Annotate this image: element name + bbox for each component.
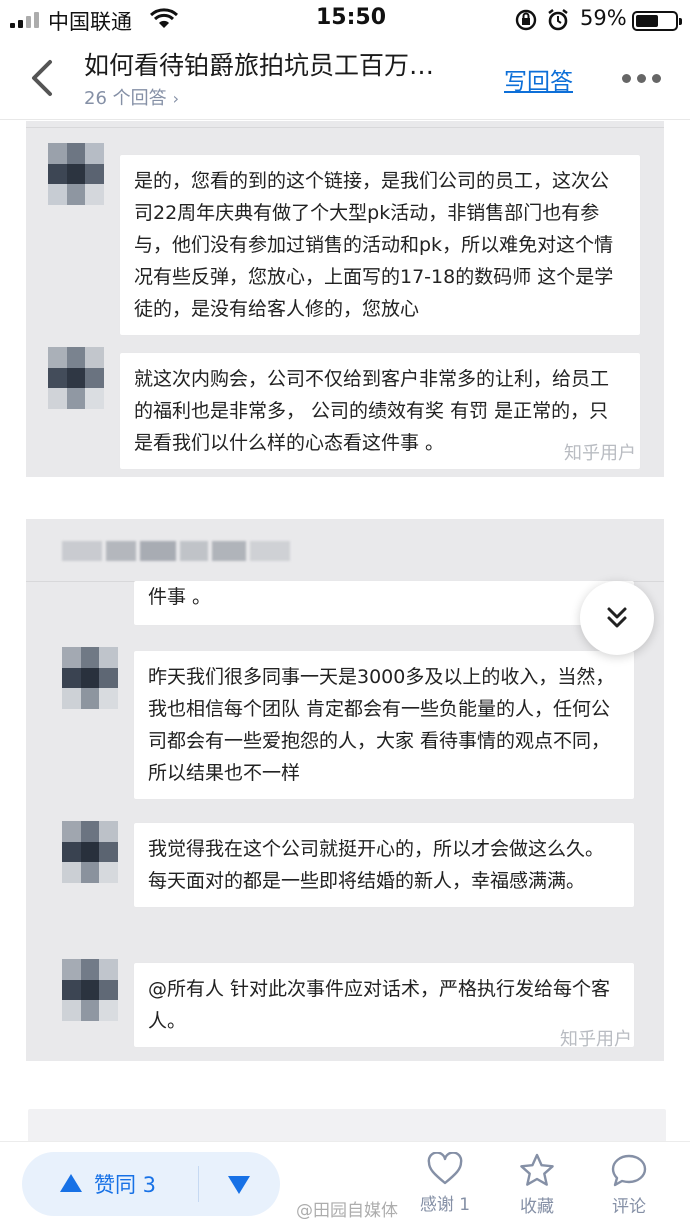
more-button[interactable] <box>622 74 662 84</box>
chat-screenshot-1: 是的，您看的到的这个链接，是我们公司的员工，这次公司22周年庆典有做了个大型pk… <box>26 121 664 477</box>
battery-icon <box>632 11 682 31</box>
back-button[interactable] <box>22 56 62 100</box>
chat-message-partial: 件事 。 <box>134 581 634 625</box>
vote-divider <box>198 1166 199 1202</box>
upvote-button[interactable]: 赞同 3 <box>22 1152 198 1216</box>
chat-screenshot-2: 件事 。 昨天我们很多同事一天是3000多及以上的收入，当然，我也相信每个团队 … <box>26 519 664 1061</box>
answer-count-link[interactable]: 26 个回答 › <box>84 84 179 110</box>
comment-bubble-icon <box>611 1154 647 1187</box>
scroll-down-button[interactable] <box>580 581 654 655</box>
chat-message: @所有人 针对此次事件应对话术，严格执行发给每个客人。 <box>134 963 634 1047</box>
double-chevron-down-icon <box>607 607 627 628</box>
question-title[interactable]: 如何看待铂爵旅拍坑员工百万… <box>84 46 434 82</box>
carrier-name: 中国联通 <box>48 10 132 34</box>
signal-icon <box>10 12 42 28</box>
avatar <box>62 821 118 883</box>
answer-action-bar: 赞同 3 感谢 1 收藏 评论 @田园自媒体 <box>0 1141 690 1227</box>
heart-icon <box>427 1152 463 1185</box>
chat-message: 就这次内购会，公司不仅给到客户非常多的让利，给员工的福利也是非常多， 公司的绩效… <box>120 353 640 469</box>
upvote-triangle-icon <box>60 1174 82 1192</box>
partial-text: 件事 。 <box>148 586 212 608</box>
vote-control: 赞同 3 <box>22 1152 280 1216</box>
thanks-button[interactable]: 感谢 1 <box>410 1152 480 1222</box>
star-icon <box>520 1153 554 1186</box>
status-bar: 中国联通 15:50 59% <box>0 0 690 40</box>
downvote-button[interactable] <box>200 1152 280 1216</box>
write-answer-button[interactable]: 写回答 <box>504 62 573 96</box>
answer-count: 26 个回答 <box>84 88 167 109</box>
watermark: 知乎用户 <box>560 1029 632 1050</box>
avatar <box>62 959 118 1021</box>
question-header: 如何看待铂爵旅拍坑员工百万… 26 个回答 › 写回答 <box>0 40 690 120</box>
watermark: 知乎用户 <box>564 443 636 464</box>
wifi-icon <box>149 8 179 34</box>
alarm-icon <box>546 8 570 36</box>
avatar <box>48 143 104 205</box>
chat-message: 昨天我们很多同事一天是3000多及以上的收入，当然，我也相信每个团队 肯定都会有… <box>134 651 634 799</box>
chat-message: 我觉得我在这个公司就挺开心的，所以才会做这么久。每天面对的都是一些即将结婚的新人… <box>134 823 634 907</box>
comment-label: 评论 <box>612 1197 646 1217</box>
upvote-label: 赞同 3 <box>94 1173 157 1197</box>
comment-button[interactable]: 评论 <box>594 1152 664 1222</box>
thanks-label: 感谢 1 <box>419 1195 471 1215</box>
favorite-button[interactable]: 收藏 <box>502 1152 572 1222</box>
blurred-name <box>62 541 292 561</box>
avatar <box>48 347 104 409</box>
chevron-right-icon: › <box>172 89 180 108</box>
zhihu-answer-page: 中国联通 15:50 59% 如何看待铂爵旅拍坑员工百万… 26 个回答 › 写回… <box>0 0 690 1227</box>
weibo-watermark: @田园自媒体 <box>296 1201 398 1221</box>
avatar <box>62 647 118 709</box>
answer-content-image: 是的，您看的到的这个链接，是我们公司的员工，这次公司22周年庆典有做了个大型pk… <box>0 121 690 1149</box>
orientation-lock-icon <box>514 8 538 36</box>
battery-percent: 59% <box>580 6 627 30</box>
chat-message: 是的，您看的到的这个链接，是我们公司的员工，这次公司22周年庆典有做了个大型pk… <box>120 155 640 335</box>
clock-time: 15:50 <box>316 5 387 30</box>
back-chevron-icon <box>32 60 52 96</box>
downvote-triangle-icon <box>228 1176 250 1194</box>
favorite-label: 收藏 <box>520 1197 554 1217</box>
